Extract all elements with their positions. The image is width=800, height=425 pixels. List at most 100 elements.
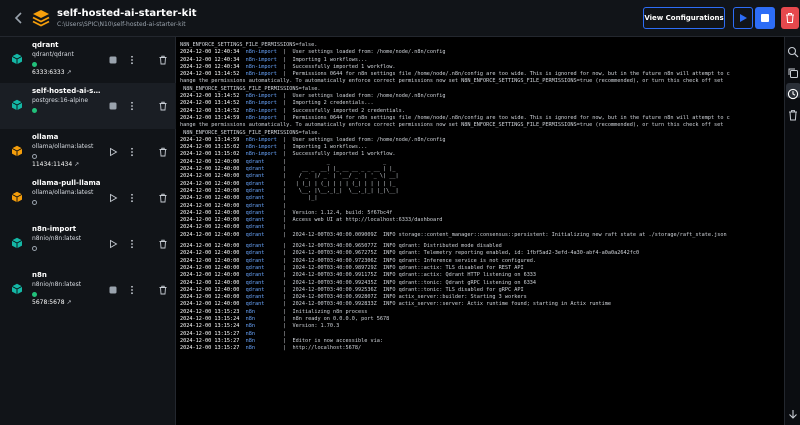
log-line: 2024-12-00 13:15:02 n8n-import | Importi…	[180, 144, 368, 151]
log-message: 2024-12-00T03:40:00.972306Z INFO qdrant:…	[292, 257, 537, 264]
more-options-icon[interactable]	[127, 239, 137, 249]
start-container-icon[interactable]	[108, 239, 118, 249]
log-line: 2024-12-00 12:40:00 qdrant | 2024-12-00T…	[180, 257, 537, 264]
log-line: N8N_ENFORCE_SETTINGS_FILE_PERMISSIONS=fa…	[180, 42, 784, 49]
status-indicator	[32, 62, 37, 67]
container-item-ollama[interactable]: ollama ollama/ollama:latest 11434:11434 ↗	[0, 129, 176, 175]
external-link-icon: ↗	[66, 299, 72, 306]
log-line: 2024-12-00 13:15:24 n8n | n8n ready on 0…	[180, 315, 390, 322]
log-message: Access web UI at http://localhost:6333/d…	[292, 217, 443, 224]
log-timestamp: 2024-12-00 12:40:34	[180, 63, 240, 70]
clear-trash-icon[interactable]	[787, 106, 799, 121]
log-source: qdrant	[245, 166, 280, 173]
external-link-icon: ↗	[74, 161, 80, 168]
log-source: n8n	[245, 315, 280, 322]
start-button[interactable]	[733, 7, 753, 29]
container-image: postgres:16-alpine	[32, 97, 89, 104]
container-port-link[interactable]: 11434:11434 ↗	[32, 161, 79, 168]
log-line: 2024-12-00 12:40:00 qdrant | 2024-12-00T…	[180, 301, 612, 308]
container-item-qdrant[interactable]: qdrant qdrant/qdrant 6333:6333 ↗	[0, 37, 176, 83]
delete-container-icon[interactable]	[158, 101, 168, 111]
start-container-icon[interactable]	[108, 147, 118, 157]
container-port-link[interactable]: 6333:6333 ↗	[32, 69, 72, 76]
more-options-icon[interactable]	[127, 55, 137, 65]
log-source: n8n	[245, 330, 280, 337]
copy-icon[interactable]	[787, 64, 799, 78]
log-source: qdrant	[245, 250, 280, 257]
delete-container-icon[interactable]	[158, 285, 168, 295]
container-image: n8nio/n8n:latest	[32, 235, 82, 242]
container-port-link[interactable]: 5678:5678 ↗	[32, 299, 72, 306]
log-source: n8n-import	[245, 114, 280, 121]
stop-container-icon[interactable]	[108, 55, 118, 65]
delete-container-icon[interactable]	[158, 55, 168, 65]
log-message: Permissions 0644 for n8n settings file /…	[292, 114, 730, 121]
delete-container-icon[interactable]	[158, 239, 168, 249]
log-timestamp: 2024-12-00 12:40:00	[180, 224, 240, 231]
scroll-down-arrow-icon[interactable]	[787, 405, 799, 419]
log-timestamp: 2024-12-00 13:15:27	[180, 330, 240, 337]
container-item-self-hosted-ai-start[interactable]: self-hosted-ai-start... postgres:16-alpin…	[0, 83, 176, 129]
container-cube-icon	[11, 145, 23, 157]
log-message: 2024-12-00T03:40:00.965077Z INFO qdrant:…	[292, 243, 502, 250]
log-message: Permissions 0644 for n8n settings file /…	[292, 71, 730, 78]
more-options-icon[interactable]	[127, 147, 137, 157]
log-source: qdrant	[245, 202, 280, 209]
log-line: 2024-12-00 12:40:00 qdrant | 2024-12-00T…	[180, 250, 640, 257]
more-options-icon[interactable]	[127, 193, 137, 203]
log-line: 2024-12-00 12:40:34 n8n-import | User se…	[180, 49, 446, 56]
log-source: n8n-import	[245, 56, 280, 63]
log-message: hange the permissions automatically. To …	[180, 78, 724, 85]
log-message: 2024-12-00T03:40:00.992833Z INFO actix_s…	[292, 301, 612, 308]
log-line: 2024-12-00 13:15:27 n8n | http://localho…	[180, 345, 362, 352]
log-timestamp: 2024-12-00 12:40:00	[180, 187, 240, 194]
container-item-n8n[interactable]: n8n n8nio/n8n:latest 5678:5678 ↗	[0, 267, 176, 313]
stop-button[interactable]	[755, 7, 775, 29]
log-message: Importing 1 workflows...	[292, 56, 368, 63]
port-text: 11434:11434	[32, 161, 73, 168]
log-source: n8n-import	[245, 93, 280, 100]
container-item-n8n-import[interactable]: n8n-import n8nio/n8n:latest	[0, 221, 176, 267]
log-source: qdrant	[245, 272, 280, 279]
log-source: n8n	[245, 345, 280, 352]
log-source: qdrant	[245, 195, 280, 202]
log-timestamp: 2024-12-00 12:40:00	[180, 301, 240, 308]
view-configurations-button[interactable]: View Configurations	[643, 7, 725, 29]
stop-container-icon[interactable]	[108, 285, 118, 295]
back-chevron-icon[interactable]	[12, 10, 26, 26]
delete-container-icon[interactable]	[158, 193, 168, 203]
log-output[interactable]: N8N_ENFORCE_SETTINGS_FILE_PERMISSIONS=fa…	[176, 37, 784, 425]
log-timestamp: 2024-12-00 12:40:00	[180, 166, 240, 173]
delete-button[interactable]	[781, 7, 799, 29]
external-link-icon: ↗	[66, 69, 72, 76]
log-message: Successfully imported 1 workflow.	[292, 63, 396, 70]
container-cube-icon	[11, 283, 23, 295]
log-message: N8N_ENFORCE_SETTINGS_FILE_PERMISSIONS=fa…	[180, 129, 321, 136]
log-source: n8n-import	[245, 71, 280, 78]
container-name: n8n-import	[32, 225, 77, 233]
app-header: self-hosted-ai-starter-kit C:\Users\SPIC…	[0, 0, 800, 37]
log-message: |_|	[292, 195, 318, 202]
clock-icon[interactable]	[787, 85, 799, 100]
log-timestamp: 2024-12-00 12:40:00	[180, 250, 240, 257]
log-line: 2024-12-00 12:40:00 qdrant | \__, |\__,_…	[180, 187, 399, 194]
search-icon[interactable]	[787, 43, 799, 58]
container-item-ollama-pull-llama[interactable]: ollama-pull-llama ollama/ollama:latest	[0, 175, 176, 221]
log-timestamp: 2024-12-00 13:15:24	[180, 315, 240, 322]
log-timestamp: 2024-12-00 12:40:00	[180, 257, 240, 264]
container-name: ollama-pull-llama	[32, 179, 101, 187]
more-options-icon[interactable]	[127, 285, 137, 295]
delete-container-icon[interactable]	[158, 147, 168, 157]
start-container-icon[interactable]	[108, 193, 118, 203]
more-options-icon[interactable]	[127, 101, 137, 111]
log-source: qdrant	[245, 180, 280, 187]
log-source: qdrant	[245, 294, 280, 301]
log-line: 2024-12-00 12:40:00 qdrant | / _` |/ _` …	[180, 173, 399, 180]
log-source: qdrant	[245, 231, 280, 238]
log-line: 2024-12-00 12:40:00 qdrant | 2024-12-00T…	[180, 243, 502, 250]
log-source: n8n-import	[245, 100, 280, 107]
log-line: 2024-12-00 12:40:00 qdrant | 2024-12-00T…	[180, 231, 727, 238]
log-line: 2024-12-00 13:14:52 n8n-import | Permiss…	[180, 71, 730, 78]
log-source: qdrant	[245, 264, 280, 271]
stop-container-icon[interactable]	[108, 101, 118, 111]
